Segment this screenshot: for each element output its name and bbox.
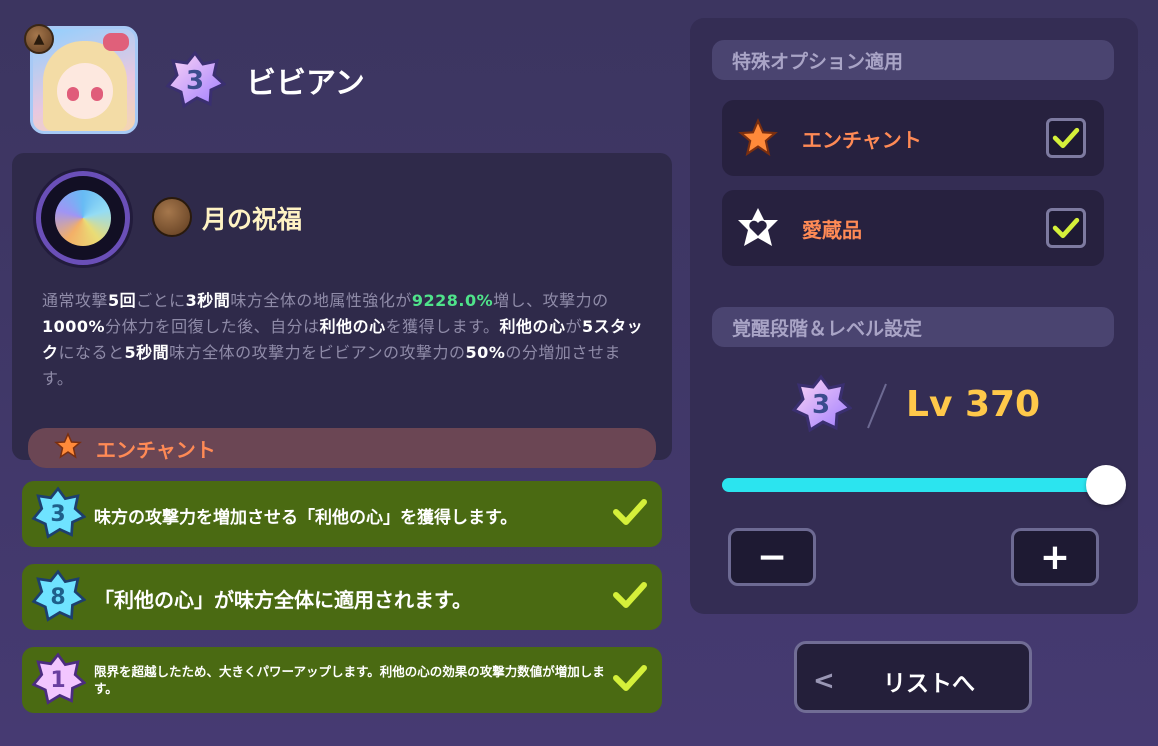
skill-description-part: 1000% [42, 317, 106, 336]
divider-slash [867, 383, 887, 429]
skill-description-part: 5秒間 [124, 343, 170, 362]
check-icon [613, 582, 647, 608]
skill-description-part: 味方全体の地属性強化が [230, 291, 412, 310]
level-decrease-button[interactable]: − [728, 528, 816, 586]
skill-description-part: が [565, 317, 583, 336]
awakening-star-badge: 3 [30, 486, 86, 542]
option-label: エンチャント [802, 128, 922, 152]
transcend-star-badge: 1 [30, 652, 86, 708]
character-name: ビビアン [246, 66, 365, 101]
skill-description-part: 味方全体の攻撃力をビビアンの攻撃力の [169, 343, 466, 362]
check-icon [613, 665, 647, 691]
option-treasure[interactable]: 愛蔵品 [722, 190, 1104, 266]
unlock-text: 限界を超越したため、大きくパワーアップします。利他の心の効果の攻撃力数値が増加し… [94, 664, 605, 696]
skill-description-part: 9228.0% [411, 291, 494, 310]
enchant-checkbox[interactable] [1046, 118, 1086, 158]
awakening-level-header: 覚醒段階＆レベル設定 [712, 307, 1114, 347]
unlock-row: 1 限界を超越したため、大きくパワーアップします。利他の心の効果の攻撃力数値が増… [22, 647, 662, 713]
skill-description-part: を獲得します。 [385, 317, 500, 336]
option-label: 愛蔵品 [802, 218, 862, 242]
skill-description: 通常攻撃5回ごとに3秒間味方全体の地属性強化が9228.0%増し、攻撃力の 100… [42, 288, 652, 392]
unlock-text: 「利他の心」が味方全体に適用されます。 [94, 588, 472, 612]
unlock-text: 味方の攻撃力を増加させる「利他の心」を獲得します。 [94, 508, 518, 528]
moon-blessing-skill-icon [36, 171, 130, 265]
awakening-star-badge: 8 [30, 569, 86, 625]
level-slider-track[interactable] [722, 478, 1112, 492]
treasure-checkbox[interactable] [1046, 208, 1086, 248]
skill-description-part: 通常攻撃 [42, 291, 109, 310]
star-icon [54, 432, 82, 459]
skill-description-part: ごとに [136, 291, 186, 310]
skill-description-part: 利他の心 [499, 317, 566, 336]
skill-name: 月の祝福 [202, 205, 303, 234]
earth-element-icon: ▲ [24, 24, 54, 54]
level-value: Lv 370 [906, 384, 1041, 425]
check-icon [613, 499, 647, 525]
skill-description-part: になると [58, 343, 125, 362]
earth-element-icon [152, 197, 192, 237]
skill-description-part: 3秒間 [185, 291, 231, 310]
skill-description-part: 分体力を回復した後、自分は [105, 317, 320, 336]
heart-emblem-icon [738, 208, 778, 246]
back-button-label: リストへ [883, 671, 975, 697]
awakening-star-badge: 3 [164, 50, 226, 112]
unlock-row: 3 味方の攻撃力を増加させる「利他の心」を獲得します。 [22, 481, 662, 547]
skill-description-part: 5回 [108, 291, 137, 310]
chevron-left-icon: < [813, 666, 835, 696]
unlock-row: 8 「利他の心」が味方全体に適用されます。 [22, 564, 662, 630]
skill-description-part: 利他の心 [319, 317, 386, 336]
awakening-star-badge[interactable]: 3 [790, 374, 852, 436]
option-enchant[interactable]: エンチャント [722, 100, 1104, 176]
level-increase-button[interactable]: + [1011, 528, 1099, 586]
star-icon [738, 118, 778, 157]
skill-description-part: 増し、攻撃力の [493, 291, 609, 310]
enchant-section-label: エンチャント [96, 438, 216, 462]
back-to-list-button[interactable]: < リストへ [794, 641, 1032, 713]
special-options-header: 特殊オプション適用 [712, 40, 1114, 80]
skill-description-part: 50% [465, 343, 506, 362]
level-slider-knob[interactable] [1086, 465, 1126, 505]
